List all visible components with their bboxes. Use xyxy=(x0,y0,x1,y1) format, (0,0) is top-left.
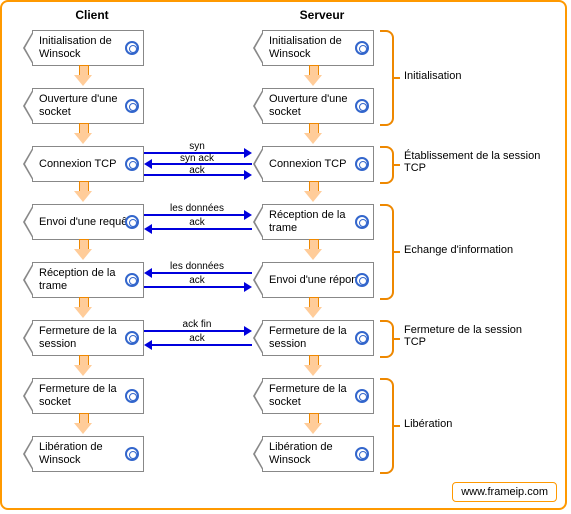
arrow-right-icon xyxy=(144,330,244,332)
ring-icon xyxy=(355,215,369,229)
step-client-2: Connexion TCP xyxy=(32,146,144,182)
exchange-label: syn ack xyxy=(172,153,222,164)
step-client-3: Envoi d'une requête xyxy=(32,204,144,240)
step-label: Envoi d'une réponse xyxy=(263,274,369,287)
ring-icon xyxy=(355,331,369,345)
arrow-left-icon xyxy=(152,228,252,230)
step-client-7: Libération de Winsock xyxy=(32,436,144,472)
arrow-right-icon xyxy=(144,214,244,216)
ring-icon xyxy=(125,447,139,461)
ring-icon xyxy=(355,389,369,403)
column-header-client: Client xyxy=(52,8,132,22)
exchange-label: ack xyxy=(172,275,222,286)
arrow-right-icon xyxy=(144,286,244,288)
step-server-3: Réception de la trame xyxy=(262,204,374,240)
ring-icon xyxy=(125,41,139,55)
exchange-label: syn xyxy=(172,141,222,152)
diagram-frame: Client Serveur Initialisation de Winsock… xyxy=(0,0,567,510)
brace-icon xyxy=(380,30,394,126)
phase-label: Libération xyxy=(404,418,452,430)
down-arrow-icon xyxy=(304,355,322,377)
exchange-label: ack xyxy=(172,165,222,176)
exchange-label: ack xyxy=(172,217,222,228)
exchange-label: ack xyxy=(172,333,222,344)
step-server-0: Initialisation de Winsock xyxy=(262,30,374,66)
down-arrow-icon xyxy=(74,297,92,319)
step-server-1: Ouverture d'une socket xyxy=(262,88,374,124)
down-arrow-icon xyxy=(304,181,322,203)
step-client-5: Fermeture de la session xyxy=(32,320,144,356)
down-arrow-icon xyxy=(304,413,322,435)
phase-label: Echange d'information xyxy=(404,244,513,256)
brace-icon xyxy=(380,204,394,300)
down-arrow-icon xyxy=(74,123,92,145)
ring-icon xyxy=(355,157,369,171)
phase-label: Initialisation xyxy=(404,70,461,82)
down-arrow-icon xyxy=(74,355,92,377)
down-arrow-icon xyxy=(304,239,322,261)
down-arrow-icon xyxy=(74,413,92,435)
brace-icon xyxy=(380,378,394,474)
step-client-4: Réception de la trame xyxy=(32,262,144,298)
down-arrow-icon xyxy=(304,297,322,319)
footer-credit: www.frameip.com xyxy=(452,482,557,502)
step-client-1: Ouverture d'une socket xyxy=(32,88,144,124)
ring-icon xyxy=(355,41,369,55)
ring-icon xyxy=(125,157,139,171)
step-client-0: Initialisation de Winsock xyxy=(32,30,144,66)
brace-icon xyxy=(380,320,394,358)
step-label: Envoi d'une requête xyxy=(33,216,137,229)
phase-label: Fermeture de la session TCP xyxy=(404,324,544,348)
ring-icon xyxy=(125,273,139,287)
column-header-server: Serveur xyxy=(282,8,362,22)
ring-icon xyxy=(125,215,139,229)
ring-icon xyxy=(125,331,139,345)
down-arrow-icon xyxy=(304,65,322,87)
exchange-label: les données xyxy=(162,203,232,214)
step-server-5: Fermeture de la session xyxy=(262,320,374,356)
step-label: Connexion TCP xyxy=(263,158,346,171)
phase-label: Établissement de la session TCP xyxy=(404,150,544,174)
exchange-label: ack fin xyxy=(172,319,222,330)
step-server-6: Fermeture de la socket xyxy=(262,378,374,414)
brace-icon xyxy=(380,146,394,184)
down-arrow-icon xyxy=(74,181,92,203)
exchange-label: les données xyxy=(162,261,232,272)
step-client-6: Fermeture de la socket xyxy=(32,378,144,414)
ring-icon xyxy=(355,447,369,461)
step-label: Connexion TCP xyxy=(33,158,116,171)
step-server-4: Envoi d'une réponse xyxy=(262,262,374,298)
down-arrow-icon xyxy=(74,239,92,261)
step-server-2: Connexion TCP xyxy=(262,146,374,182)
down-arrow-icon xyxy=(74,65,92,87)
step-server-7: Libération de Winsock xyxy=(262,436,374,472)
ring-icon xyxy=(355,273,369,287)
ring-icon xyxy=(125,99,139,113)
down-arrow-icon xyxy=(304,123,322,145)
arrow-left-icon xyxy=(152,344,252,346)
arrow-left-icon xyxy=(152,272,252,274)
ring-icon xyxy=(355,99,369,113)
ring-icon xyxy=(125,389,139,403)
